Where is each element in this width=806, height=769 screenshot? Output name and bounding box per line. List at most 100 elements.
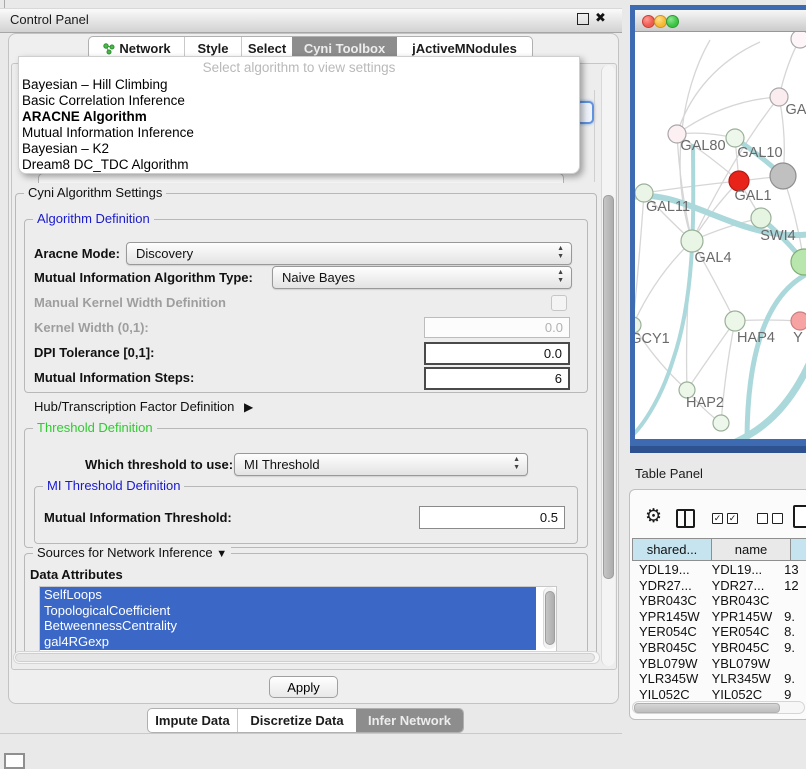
group-title: Sources for Network Inference ▼ (33, 545, 231, 560)
attribute-list-item[interactable]: gal4RGexp (40, 634, 536, 650)
column-header[interactable]: name (712, 538, 791, 561)
dpi-tolerance-field[interactable]: 0.0 (424, 342, 570, 365)
table-horizontal-scrollbar-thumb[interactable] (634, 703, 780, 713)
data-attributes-list[interactable]: SelfLoopsTopologicalCoefficientBetweenne… (39, 586, 557, 652)
tab-label: jActiveMNodules (412, 41, 517, 56)
attributes-scrollbar[interactable] (543, 587, 556, 649)
table-row[interactable]: YER054CYER054C8. (632, 624, 806, 640)
network-node-node[interactable] (791, 312, 806, 330)
mi-steps-label: Mutual Information Steps: (34, 370, 194, 385)
hub-definition-toggle[interactable]: Hub/Transcription Factor Definition ▶ (34, 399, 253, 414)
network-node-gal4[interactable] (681, 230, 703, 252)
network-node-swi4[interactable] (751, 208, 771, 228)
table-cell: YBR045C (705, 640, 778, 656)
table-cell: YER054C (632, 624, 705, 640)
table-cell: YLR345W (632, 671, 705, 687)
table-cell: 9. (777, 609, 806, 625)
attribute-list-item[interactable]: TopologicalCoefficient (40, 603, 536, 619)
tab-infer-network[interactable]: Infer Network (356, 709, 463, 732)
hidden-groupbox-edge (594, 90, 595, 182)
column-header[interactable]: shared... (632, 538, 712, 561)
network-node-node[interactable] (713, 415, 729, 431)
close-icon[interactable]: ✖ (595, 10, 606, 26)
attribute-list-item[interactable]: SelfLoops (40, 587, 536, 603)
algorithm-option[interactable]: Bayesian – K2 (19, 141, 579, 157)
unchecked-checkbox-icon[interactable] (757, 513, 768, 524)
table-cell: YBR043C (632, 593, 705, 609)
kernel-width-label: Kernel Width (0,1): (34, 320, 149, 335)
table-cell (777, 593, 806, 609)
attributes-scrollbar-thumb[interactable] (545, 591, 555, 645)
network-edge (687, 321, 735, 390)
table-row[interactable]: YDR27...YDR27...12 (632, 578, 806, 594)
mi-algorithm-type-combobox[interactable]: Naive Bayes ▲▼ (272, 266, 572, 289)
table-row[interactable]: YPR145WYPR145W9. (632, 609, 806, 625)
control-panel-title: Control Panel (10, 12, 89, 27)
vertical-scrollbar[interactable] (601, 65, 615, 666)
chevron-down-icon[interactable]: ▼ (216, 548, 227, 560)
network-canvas[interactable]: GAL10GAL1GAL11SWI4GAL4GCY1HAP4YHAP2GAL80… (635, 32, 806, 439)
vertical-scrollbar-thumb[interactable] (603, 195, 614, 579)
horizontal-scrollbar[interactable] (13, 651, 600, 664)
which-threshold-combobox[interactable]: MI Threshold ▲▼ (234, 453, 528, 476)
manual-kernel-width-label: Manual Kernel Width Definition (34, 295, 226, 310)
gear-icon[interactable]: ⚙ (645, 505, 662, 528)
table-row[interactable]: YIL052CYIL052C9 (632, 687, 806, 700)
zoom-traffic-light-icon[interactable] (666, 15, 679, 28)
aracne-mode-combobox[interactable]: Discovery ▲▼ (126, 242, 572, 265)
table-row[interactable]: YDL19...YDL19...13 (632, 562, 806, 578)
algorithm-option[interactable]: Bayesian – Hill Climbing (19, 77, 579, 93)
dropdown-placeholder: Select algorithm to view settings (19, 57, 579, 75)
mi-steps-field[interactable]: 6 (424, 367, 570, 390)
spinner-arrows-icon: ▲▼ (557, 245, 564, 261)
network-node-node[interactable] (791, 32, 806, 48)
checked-checkbox-icon[interactable]: ✓ (712, 513, 723, 524)
checked-checkbox-icon[interactable]: ✓ (727, 513, 738, 524)
table-cell: YPR145W (632, 609, 705, 625)
split-columns-icon[interactable] (676, 509, 695, 528)
column-header[interactable] (791, 538, 806, 561)
table-row[interactable]: YBR043CYBR043C (632, 593, 806, 609)
table-cell: 12 (777, 578, 806, 594)
network-node-hap4[interactable] (725, 311, 745, 331)
network-node-node[interactable] (770, 163, 796, 189)
unchecked-checkbox-icon[interactable] (772, 513, 783, 524)
network-graph: GAL10GAL1GAL11SWI4GAL4GCY1HAP4YHAP2GAL80… (635, 32, 806, 439)
manual-kernel-width-checkbox[interactable] (551, 295, 567, 311)
table-cell: YDR27... (632, 578, 705, 594)
horizontal-scrollbar-thumb[interactable] (15, 653, 595, 662)
mi-threshold-field[interactable]: 0.5 (419, 506, 565, 529)
algorithm-option[interactable]: Mutual Information Inference (19, 125, 579, 141)
tab-label: Discretize Data (250, 713, 343, 728)
table-row[interactable]: YBR045CYBR045C9. (632, 640, 806, 656)
document-icon[interactable] (793, 505, 806, 528)
spinner-arrows-icon: ▲▼ (557, 269, 564, 285)
chevron-right-icon: ▶ (244, 400, 253, 414)
node-label: GAL1 (734, 188, 771, 204)
node-label: GAL (785, 102, 806, 118)
algorithm-option[interactable]: ARACNE Algorithm (19, 109, 579, 125)
table-cell: YBR043C (705, 593, 778, 609)
table-cell: 9. (777, 640, 806, 656)
tab-label: Style (197, 41, 228, 56)
table-cell: YBR045C (632, 640, 705, 656)
apply-button[interactable]: Apply (269, 676, 338, 698)
table-cell: YIL052C (705, 687, 778, 700)
network-window-titlebar[interactable] (635, 10, 806, 32)
tab-impute-data[interactable]: Impute Data (148, 709, 237, 732)
float-window-icon[interactable] (577, 13, 589, 25)
table-header: shared...name (632, 538, 806, 561)
table-cell: YLR345W (705, 671, 778, 687)
algorithm-option[interactable]: Basic Correlation Inference (19, 93, 579, 109)
group-title: Algorithm Definition (33, 211, 154, 226)
table-row[interactable]: YBL079WYBL079W (632, 656, 806, 672)
table-cell: YBL079W (632, 656, 705, 672)
tab-discretize-data[interactable]: Discretize Data (237, 709, 356, 732)
aracne-mode-label: Aracne Mode: (34, 246, 120, 261)
algorithm-option[interactable]: Dream8 DC_TDC Algorithm (19, 157, 579, 173)
node-label: Y (793, 330, 803, 346)
table-row[interactable]: YLR345WYLR345W9. (632, 671, 806, 687)
tab-label: Impute Data (155, 713, 229, 728)
which-threshold-label: Which threshold to use: (85, 457, 233, 472)
attribute-list-item[interactable]: BetweennessCentrality (40, 618, 536, 634)
